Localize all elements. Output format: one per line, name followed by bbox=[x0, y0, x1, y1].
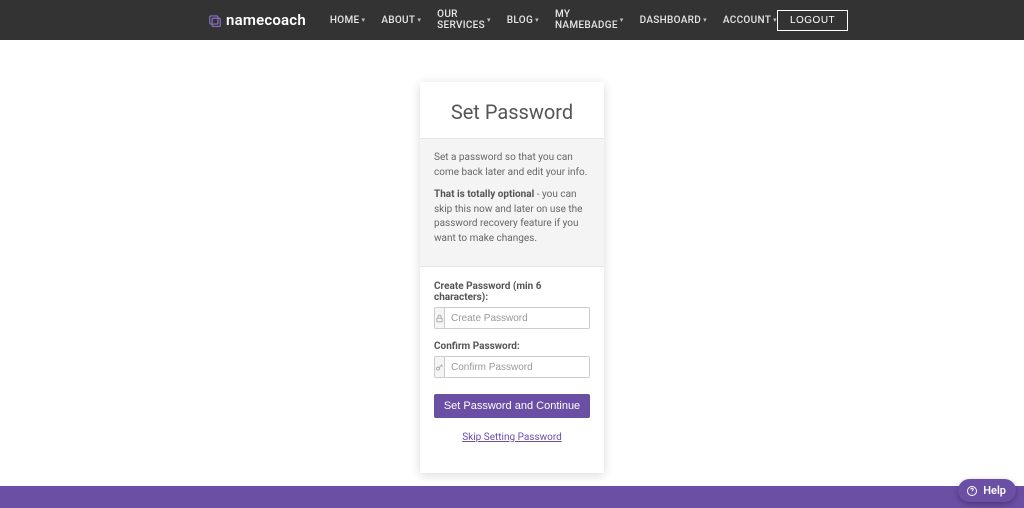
nav-item-my-namebadge[interactable]: MY NAMEBADGE▾ bbox=[555, 9, 624, 31]
help-icon bbox=[966, 485, 978, 497]
lock-icon bbox=[435, 308, 445, 328]
nav-item-our-services[interactable]: OUR SERVICES▾ bbox=[437, 9, 491, 31]
brand-name: namecoach bbox=[226, 11, 306, 29]
chevron-down-icon: ▾ bbox=[535, 16, 539, 24]
info-bold: That is totally optional bbox=[434, 189, 534, 200]
nav-item-account[interactable]: ACCOUNT▾ bbox=[723, 15, 777, 26]
nav-item-dashboard[interactable]: DASHBOARD▾ bbox=[640, 15, 707, 26]
top-navbar: namecoach HOME▾ ABOUT▾ OUR SERVICES▾ BLO… bbox=[0, 0, 1024, 40]
confirm-password-input[interactable] bbox=[445, 357, 589, 377]
brand[interactable]: namecoach bbox=[208, 11, 306, 29]
set-password-card: Set Password Set a password so that you … bbox=[420, 82, 604, 473]
logout-button[interactable]: LOGOUT bbox=[777, 10, 848, 31]
create-password-input[interactable] bbox=[445, 308, 589, 328]
nav-item-home[interactable]: HOME▾ bbox=[330, 15, 365, 26]
help-widget[interactable]: Help bbox=[958, 479, 1016, 502]
nav-item-blog[interactable]: BLOG▾ bbox=[507, 15, 539, 26]
help-label: Help bbox=[983, 484, 1006, 497]
brand-icon bbox=[208, 13, 222, 27]
confirm-password-label: Confirm Password: bbox=[434, 341, 590, 352]
card-title: Set Password bbox=[420, 82, 604, 138]
create-password-group bbox=[434, 307, 590, 329]
confirm-password-group bbox=[434, 356, 590, 378]
chevron-down-icon: ▾ bbox=[703, 16, 707, 24]
info-line-1: Set a password so that you can come back… bbox=[434, 151, 590, 180]
chevron-down-icon: ▾ bbox=[773, 16, 777, 24]
skip-password-link[interactable]: Skip Setting Password bbox=[434, 432, 590, 443]
chevron-down-icon: ▾ bbox=[417, 16, 421, 24]
nav-item-about[interactable]: ABOUT▾ bbox=[381, 15, 421, 26]
footer-bar bbox=[0, 486, 1024, 508]
chevron-down-icon: ▾ bbox=[487, 16, 491, 24]
create-password-label: Create Password (min 6 characters): bbox=[434, 281, 590, 303]
password-form: Create Password (min 6 characters): Conf… bbox=[420, 267, 604, 473]
chevron-down-icon: ▾ bbox=[620, 16, 624, 24]
nav-menu: HOME▾ ABOUT▾ OUR SERVICES▾ BLOG▾ MY NAME… bbox=[330, 9, 777, 31]
card-info: Set a password so that you can come back… bbox=[420, 138, 604, 267]
chevron-down-icon: ▾ bbox=[362, 16, 366, 24]
info-line-2: That is totally optional - you can skip … bbox=[434, 188, 590, 246]
set-password-button[interactable]: Set Password and Continue bbox=[434, 394, 590, 418]
key-icon bbox=[435, 357, 445, 377]
